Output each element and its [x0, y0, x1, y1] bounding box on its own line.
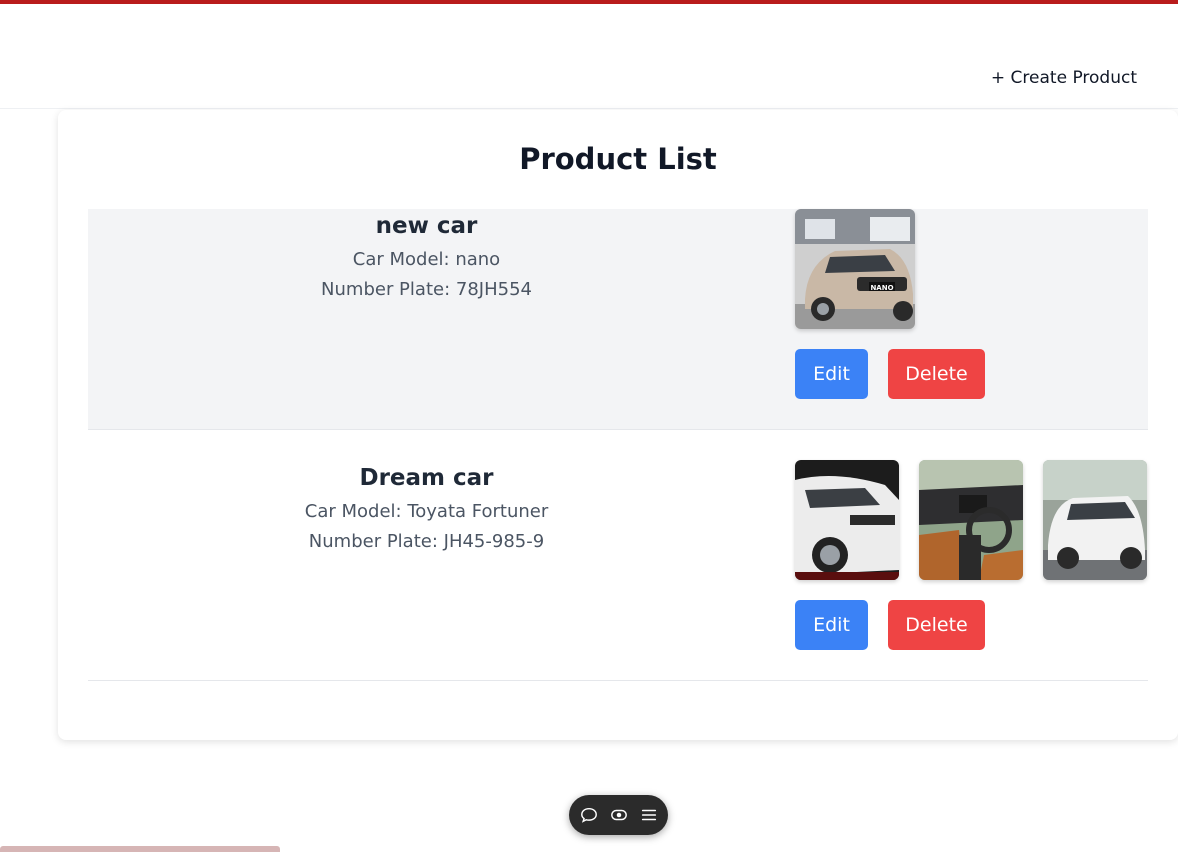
product-info: Dream car Car Model: Toyata Fortuner Num… — [88, 465, 765, 557]
delete-button[interactable]: Delete — [888, 349, 985, 399]
car-fortuner-front-image[interactable] — [795, 460, 899, 580]
product-list-card: Product List new car Car Model: nano Num… — [58, 110, 1178, 740]
product-row: Dream car Car Model: Toyata Fortuner Num… — [88, 430, 1148, 681]
product-actions: Edit Delete — [795, 349, 985, 399]
comment-icon[interactable] — [580, 806, 598, 824]
product-gallery: NANO — [795, 209, 915, 329]
bottom-strip — [0, 846, 280, 852]
product-plate: Number Plate: 78JH554 — [321, 279, 532, 300]
floating-toolbar — [569, 795, 668, 835]
header: + Create Product — [0, 4, 1178, 109]
product-plate: Number Plate: JH45-985-9 — [308, 531, 545, 552]
car-fortuner-interior-image[interactable] — [919, 460, 1023, 580]
edit-button[interactable]: Edit — [795, 600, 868, 650]
product-actions: Edit Delete — [795, 600, 985, 650]
product-model: Car Model: Toyata Fortuner — [304, 501, 549, 522]
delete-button[interactable]: Delete — [888, 600, 985, 650]
product-model: Car Model: nano — [352, 249, 501, 270]
product-name: new car — [375, 213, 478, 239]
car-fortuner-rear-image[interactable] — [1043, 460, 1147, 580]
create-product-link[interactable]: + Create Product — [991, 68, 1137, 88]
product-name: Dream car — [359, 465, 494, 491]
plate-badge-text: NANO — [870, 284, 893, 292]
eye-icon[interactable] — [610, 806, 628, 824]
edit-button[interactable]: Edit — [795, 349, 868, 399]
product-gallery — [795, 460, 1147, 580]
menu-icon[interactable] — [640, 806, 658, 824]
page-title: Product List — [519, 142, 717, 176]
product-row: new car Car Model: nano Number Plate: 78… — [88, 209, 1148, 430]
car-nano-front-image[interactable]: NANO — [795, 209, 915, 329]
product-info: new car Car Model: nano Number Plate: 78… — [88, 213, 765, 305]
